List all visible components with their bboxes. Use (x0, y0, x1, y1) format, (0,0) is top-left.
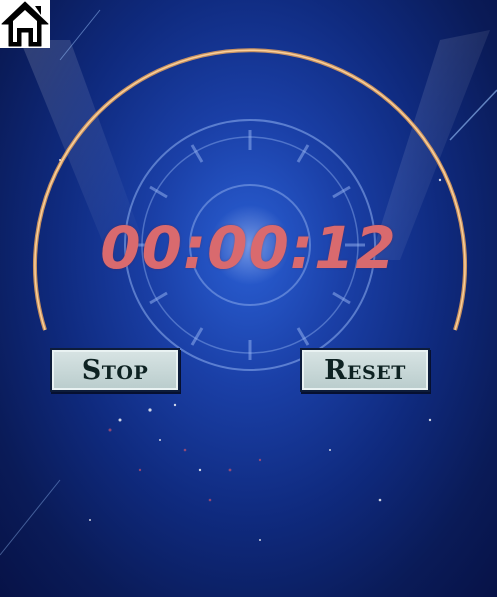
elapsed-time-display: 00:00:12 (100, 214, 397, 282)
home-button[interactable] (0, 0, 50, 48)
home-icon (1, 1, 49, 47)
reset-button[interactable]: Reset (300, 348, 430, 392)
stop-button[interactable]: Stop (50, 348, 180, 392)
clock-ring-decoration (0, 9, 497, 556)
